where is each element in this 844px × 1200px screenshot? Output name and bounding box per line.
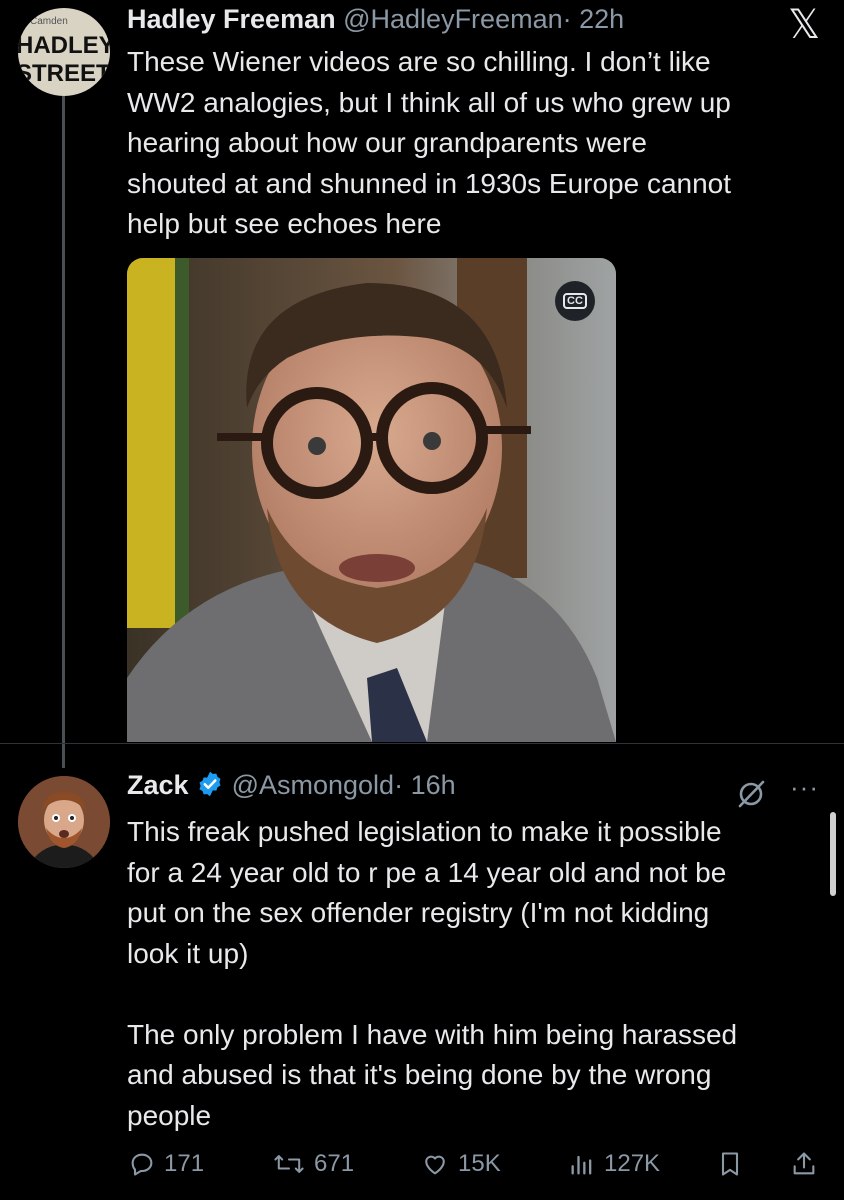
scrollbar[interactable]: [830, 812, 836, 896]
bookmark-button[interactable]: [716, 1150, 744, 1178]
like-icon: [425, 1155, 445, 1175]
repost-icon: [274, 1155, 304, 1173]
avatar-sign-line2: STREET: [18, 60, 110, 87]
like-count: 15K: [458, 1150, 501, 1177]
share-icon: [793, 1152, 815, 1175]
reply-button[interactable]: 171: [128, 1150, 204, 1178]
tweet2-header: Zack @Asmongold· 16h: [127, 770, 456, 801]
views-button[interactable]: 127K: [568, 1150, 660, 1178]
verified-badge-icon: [199, 771, 221, 797]
author-handle[interactable]: @HadleyFreeman: [343, 4, 563, 34]
bookmark-icon: [721, 1152, 739, 1176]
tweet-time[interactable]: · 16h: [394, 770, 456, 800]
tweet2-text: This freak pushed legislation to make it…: [127, 816, 738, 1131]
thread-connector-line: [62, 96, 65, 768]
grok-icon[interactable]: [735, 778, 767, 810]
repost-count: 671: [314, 1150, 355, 1177]
avatar-zack-image: [18, 776, 110, 868]
tweet-divider: [0, 743, 844, 744]
video-frame-image: [127, 258, 616, 742]
avatar-hadley-freeman[interactable]: Camden HADLEY STREET: [18, 8, 110, 96]
repost-button[interactable]: 671: [272, 1150, 354, 1178]
tweet1-header: Hadley Freeman @HadleyFreeman· 22h: [127, 4, 624, 35]
cc-icon: CC: [563, 293, 587, 309]
author-handle[interactable]: @Asmongold: [232, 770, 395, 800]
avatar-sign-line1: HADLEY: [18, 32, 110, 59]
share-button[interactable]: [790, 1150, 818, 1178]
reply-count: 171: [164, 1150, 205, 1177]
tweet1-text: These Wiener videos are so chilling. I d…: [127, 46, 732, 239]
like-button[interactable]: 15K: [420, 1150, 501, 1178]
author-name[interactable]: Hadley Freeman: [127, 4, 336, 34]
tweet-action-bar: 171 671 15K 127K: [0, 1150, 844, 1186]
avatar-zack[interactable]: [18, 776, 110, 868]
avatar-sign-small-text: Camden: [30, 16, 68, 27]
views-count: 127K: [604, 1150, 661, 1177]
closed-captions-button[interactable]: CC: [555, 281, 595, 321]
more-options-icon[interactable]: ···: [790, 772, 819, 803]
author-name[interactable]: Zack: [127, 770, 189, 800]
reply-icon: [131, 1153, 153, 1176]
tweet-time[interactable]: · 22h: [563, 4, 625, 34]
video-thumbnail[interactable]: [127, 258, 616, 742]
views-icon: [571, 1155, 592, 1175]
